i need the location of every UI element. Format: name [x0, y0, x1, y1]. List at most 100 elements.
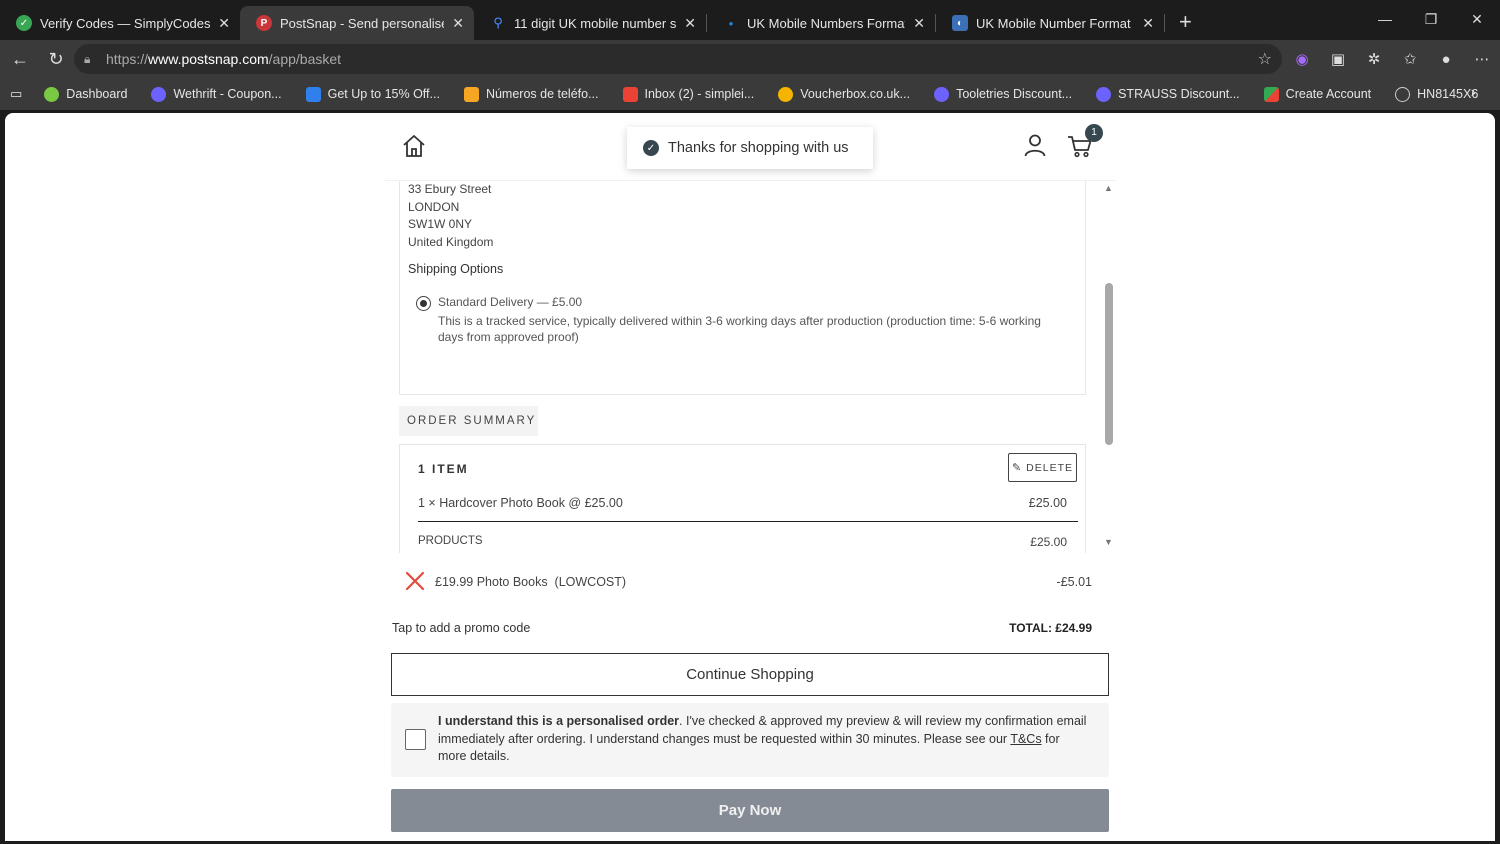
- bookmark-label: STRAUSS Discount...: [1118, 87, 1240, 101]
- check-circle-icon: ✓: [643, 140, 659, 156]
- delete-label: DELETE: [1026, 461, 1074, 474]
- browser-toolbar: ← ↻ 🔒︎ https://www.postsnap.com/app/bask…: [0, 40, 1500, 78]
- toast-message: Thanks for shopping with us: [668, 140, 849, 156]
- scrollbar[interactable]: ▲ ▼: [1103, 181, 1115, 553]
- bookmark-tooletries[interactable]: Tooletries Discount...: [934, 86, 1072, 102]
- tab-simplycodes[interactable]: ✓ Verify Codes — SimplyCodes ✕: [0, 6, 240, 40]
- tab-uk-mobile-search[interactable]: ⚲ 11 digit UK mobile number startin ✕: [474, 6, 706, 40]
- item-description: 1 × Hardcover Photo Book @ £25.00: [418, 496, 623, 510]
- bookmark-favicon-icon: [151, 86, 167, 102]
- scroll-down-arrow-icon[interactable]: ▼: [1104, 537, 1113, 547]
- agreement-checkbox[interactable]: [405, 729, 426, 750]
- tab-title: 11 digit UK mobile number startin: [514, 15, 677, 31]
- pay-now-button[interactable]: Pay Now: [391, 789, 1109, 832]
- delivery-address: 33 Ebury Street LONDON SW1W 0NY United K…: [408, 181, 493, 251]
- close-icon[interactable]: ✕: [1142, 15, 1154, 32]
- close-icon[interactable]: ✕: [913, 15, 925, 32]
- close-icon[interactable]: ✕: [452, 15, 464, 32]
- order-items-panel: 1 ITEM ✎ DELETE 1 × Hardcover Photo Book…: [399, 444, 1086, 553]
- copilot-icon[interactable]: ◉: [1284, 50, 1320, 68]
- page-viewport: ✓ Thanks for shopping with us 1 33 Ebury…: [5, 113, 1495, 841]
- promo-discount: -£5.01: [1056, 575, 1092, 589]
- terms-link[interactable]: T&Cs: [1010, 732, 1041, 746]
- bookmark-favicon-icon: [463, 86, 479, 102]
- bookmark-label: Wethrift - Coupon...: [173, 87, 282, 101]
- basket-scroll-area[interactable]: 33 Ebury Street LONDON SW1W 0NY United K…: [385, 181, 1115, 553]
- bookmark-voucherbox[interactable]: Voucherbox.co.uk...: [778, 86, 910, 102]
- restore-icon[interactable]: ❐: [1408, 0, 1454, 40]
- favorite-star-icon[interactable]: ☆: [1258, 49, 1272, 69]
- tab-uk-mobile-format[interactable]: ● UK Mobile Numbers Format and P ✕: [707, 6, 935, 40]
- bookmark-dashboard[interactable]: Dashboard: [44, 86, 128, 102]
- standard-delivery-radio[interactable]: [416, 296, 431, 311]
- minimize-icon[interactable]: —: [1362, 0, 1408, 40]
- bookmark-get-up-to-15[interactable]: Get Up to 15% Off...: [305, 86, 440, 102]
- remove-promo-x-icon[interactable]: [403, 569, 427, 593]
- home-icon[interactable]: [401, 133, 427, 159]
- postsnap-favicon-icon: P: [256, 15, 272, 31]
- tab-postsnap[interactable]: P PostSnap - Send personalised pho ✕: [240, 6, 474, 40]
- order-confirmation-agreement: I understand this is a personalised orde…: [391, 703, 1109, 777]
- delete-button[interactable]: ✎ DELETE: [1008, 453, 1077, 482]
- add-promo-code-link[interactable]: Tap to add a promo code: [392, 621, 530, 635]
- toolbar-icons: ◉ ▣ ✲ ✩ ● ⋯: [1284, 40, 1500, 78]
- applied-promo-row: £19.99 Photo Books (LOWCOST) -£5.01: [391, 568, 1107, 596]
- bookmark-numeros[interactable]: Números de teléfo...: [463, 86, 599, 102]
- close-window-icon[interactable]: ✕: [1454, 0, 1500, 40]
- favorites-icon[interactable]: ✩: [1392, 50, 1428, 68]
- scrollbar-thumb[interactable]: [1105, 283, 1113, 445]
- item-price: £25.00: [1028, 496, 1067, 510]
- shipping-option-name[interactable]: Standard Delivery — £5.00: [438, 295, 582, 309]
- bookmark-favicon-icon: [44, 86, 60, 102]
- more-menu-icon[interactable]: ⋯: [1464, 50, 1500, 68]
- close-icon[interactable]: ✕: [218, 15, 230, 32]
- promo-description: £19.99 Photo Books (LOWCOST): [435, 575, 627, 589]
- products-price: £25.00: [1030, 535, 1067, 549]
- reading-view-icon[interactable]: ▣: [1320, 50, 1356, 68]
- dot-favicon-icon: ●: [728, 18, 734, 28]
- bookmark-create-account[interactable]: Create Account: [1263, 86, 1371, 102]
- browser-tab-strip: ✓ Verify Codes — SimplyCodes ✕ P PostSna…: [0, 0, 1500, 40]
- bookmark-inbox[interactable]: Inbox (2) - simplei...: [622, 86, 755, 102]
- bookmark-favicon-icon: [778, 86, 794, 102]
- tab-title: UK Mobile Numbers Format and P: [747, 15, 906, 31]
- address-bar[interactable]: 🔒︎ https://www.postsnap.com/app/basket ☆: [74, 44, 1282, 74]
- bookmark-favicon-icon: [934, 86, 950, 102]
- order-summary-heading: ORDER SUMMARY: [399, 406, 538, 436]
- extensions-puzzle-icon[interactable]: ✲: [1356, 50, 1392, 68]
- globe-icon: [1395, 86, 1411, 102]
- site-header: ✓ Thanks for shopping with us 1: [385, 113, 1115, 181]
- guide-favicon-icon: ◐: [952, 15, 968, 31]
- bookmark-favicon-icon: [1096, 86, 1112, 102]
- tab-uk-mobile-guide[interactable]: ◐ UK Mobile Number Format Guide ✕: [936, 6, 1164, 40]
- scroll-up-arrow-icon[interactable]: ▲: [1104, 183, 1113, 193]
- new-tab-plus-icon[interactable]: +: [1165, 6, 1206, 40]
- cart-count-badge: 1: [1085, 124, 1103, 142]
- back-arrow-icon[interactable]: ←: [2, 49, 38, 70]
- url-path: /app/basket: [268, 51, 342, 67]
- delivery-address-panel: 33 Ebury Street LONDON SW1W 0NY United K…: [399, 181, 1086, 395]
- item-count: 1 ITEM: [418, 462, 469, 476]
- bookmarks-bar: ▭ Dashboard Wethrift - Coupon... Get Up …: [0, 78, 1500, 110]
- pencil-icon: ✎: [1011, 462, 1023, 474]
- gmail-icon: [622, 86, 638, 102]
- bookmark-label: Dashboard: [66, 87, 128, 101]
- close-icon[interactable]: ✕: [684, 15, 696, 32]
- profile-avatar-icon[interactable]: ●: [1428, 51, 1464, 68]
- bookmark-favicon-icon: [305, 86, 321, 102]
- bookmark-wethrift[interactable]: Wethrift - Coupon...: [151, 86, 282, 102]
- tab-actions-icon[interactable]: ▭: [10, 86, 22, 102]
- continue-shopping-button[interactable]: Continue Shopping: [391, 653, 1109, 696]
- chevron-right-icon[interactable]: ›: [1471, 84, 1476, 102]
- bookmark-hn8145x6[interactable]: HN8145X6: [1395, 86, 1478, 102]
- address-line: 33 Ebury Street: [408, 182, 492, 196]
- bookmark-label: Inbox (2) - simplei...: [644, 87, 755, 101]
- order-total: TOTAL: £24.99: [1009, 621, 1092, 635]
- bookmark-strauss[interactable]: STRAUSS Discount...: [1096, 86, 1240, 102]
- tab-title: UK Mobile Number Format Guide: [976, 15, 1134, 31]
- agreement-bold-text: I understand this is a personalised orde…: [438, 714, 680, 728]
- agreement-text: I understand this is a personalised orde…: [438, 713, 1088, 766]
- shipping-options-heading: Shipping Options: [408, 262, 504, 276]
- user-account-icon[interactable]: [1023, 133, 1047, 157]
- reload-icon[interactable]: ↻: [38, 49, 74, 70]
